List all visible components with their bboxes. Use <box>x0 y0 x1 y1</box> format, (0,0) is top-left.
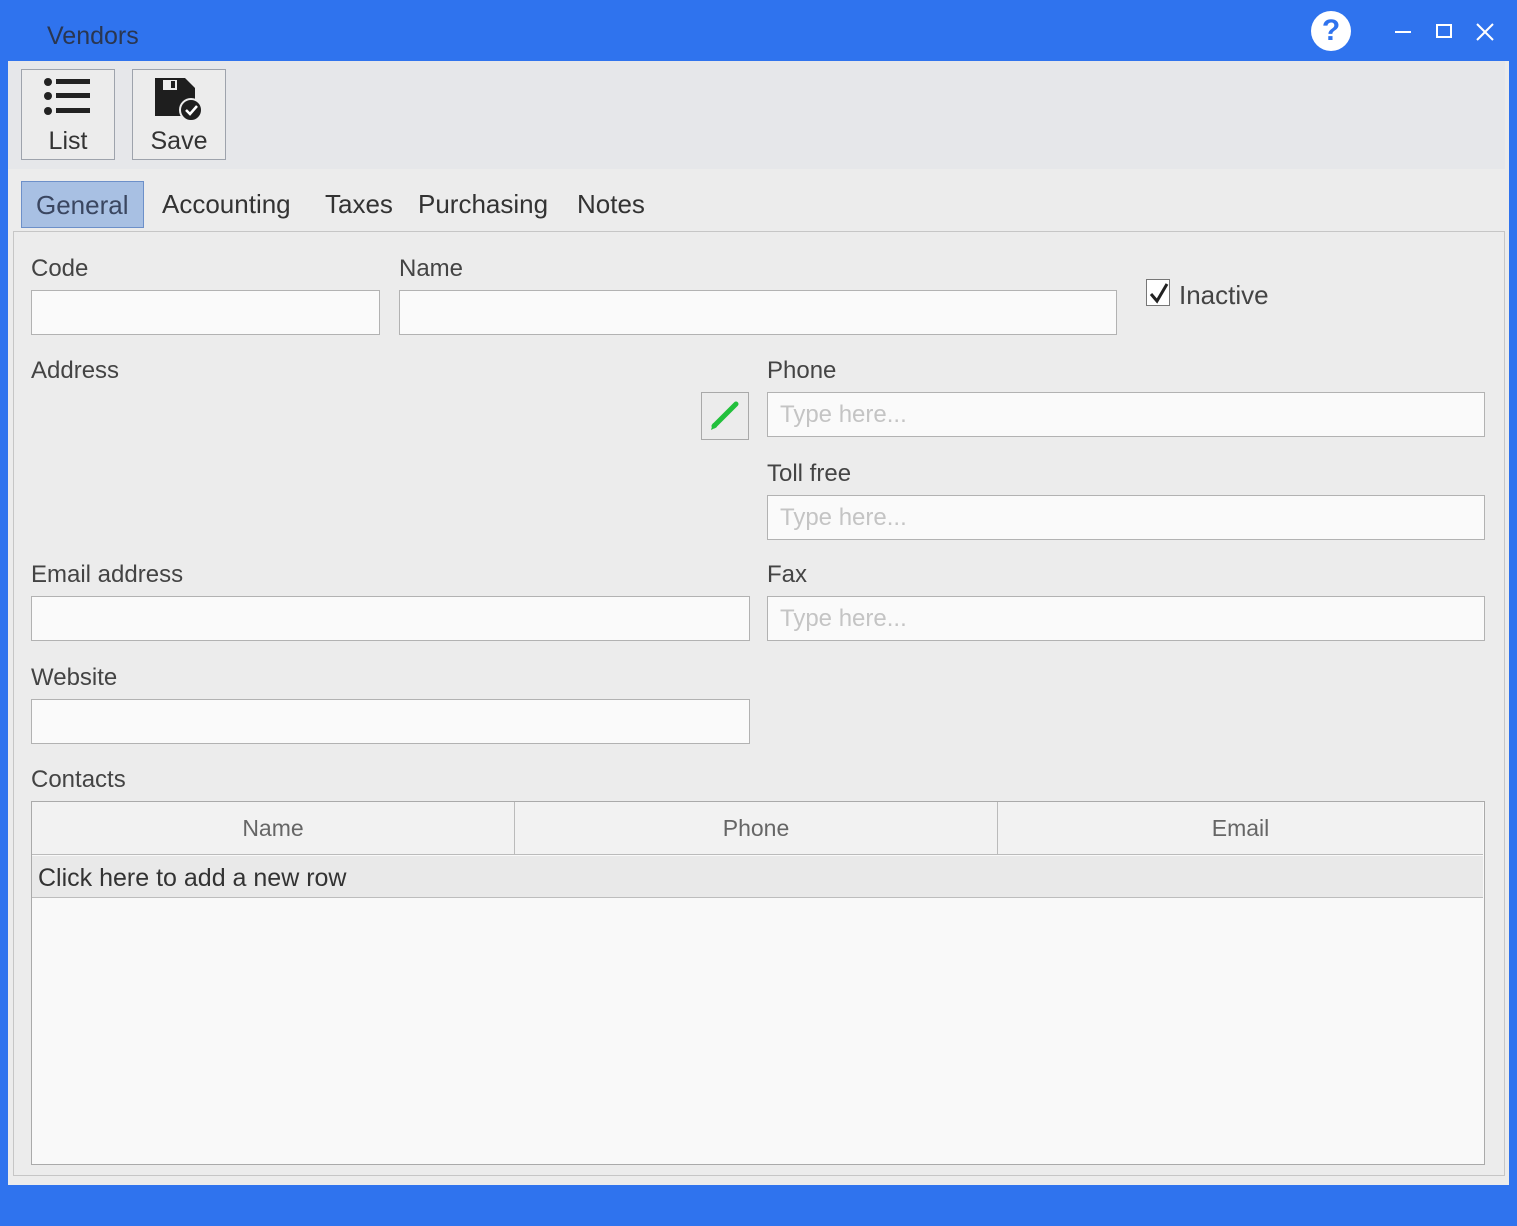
add-new-row[interactable]: Click here to add a new row <box>32 856 1483 898</box>
save-button[interactable]: Save <box>132 69 226 160</box>
checkmark-icon <box>1149 283 1169 304</box>
tab-accounting[interactable]: Accounting <box>148 181 305 228</box>
fax-input[interactable] <box>767 596 1485 641</box>
column-header-phone[interactable]: Phone <box>515 802 998 855</box>
pencil-icon <box>711 401 739 430</box>
inactive-checkbox[interactable] <box>1146 279 1170 306</box>
website-input[interactable] <box>31 699 750 744</box>
tollfree-label: Toll free <box>767 460 852 487</box>
column-header-name[interactable]: Name <box>32 802 515 855</box>
phone-label: Phone <box>767 357 837 384</box>
status-bar <box>8 1185 1509 1215</box>
tab-general[interactable]: General <box>21 181 144 228</box>
tab-taxes[interactable]: Taxes <box>311 181 407 228</box>
email-label: Email address <box>31 561 184 588</box>
edit-address-button[interactable] <box>701 392 749 440</box>
column-header-email[interactable]: Email <box>998 802 1483 855</box>
inactive-label: Inactive <box>1179 280 1269 310</box>
title-bar <box>8 8 1509 61</box>
tab-notes[interactable]: Notes <box>563 181 659 228</box>
help-icon[interactable]: ? <box>1311 11 1351 51</box>
window-title: Vendors <box>47 22 139 50</box>
toolbar <box>8 61 1505 169</box>
website-label: Website <box>31 664 118 691</box>
fax-label: Fax <box>767 561 808 588</box>
save-label: Save <box>150 127 208 155</box>
code-input[interactable] <box>31 290 380 335</box>
save-icon <box>155 78 203 122</box>
list-button[interactable]: List <box>21 69 115 160</box>
phone-input[interactable] <box>767 392 1485 437</box>
list-label: List <box>48 127 88 155</box>
maximize-icon[interactable] <box>1426 13 1462 49</box>
minimize-icon[interactable] <box>1385 13 1421 49</box>
address-label: Address <box>31 357 120 384</box>
contacts-label: Contacts <box>31 766 126 793</box>
tollfree-input[interactable] <box>767 495 1485 540</box>
list-icon <box>44 78 90 115</box>
name-input[interactable] <box>399 290 1117 335</box>
tab-purchasing[interactable]: Purchasing <box>404 181 562 228</box>
email-input[interactable] <box>31 596 750 641</box>
name-label: Name <box>399 255 464 282</box>
close-icon[interactable] <box>1467 13 1503 49</box>
code-label: Code <box>31 255 89 282</box>
